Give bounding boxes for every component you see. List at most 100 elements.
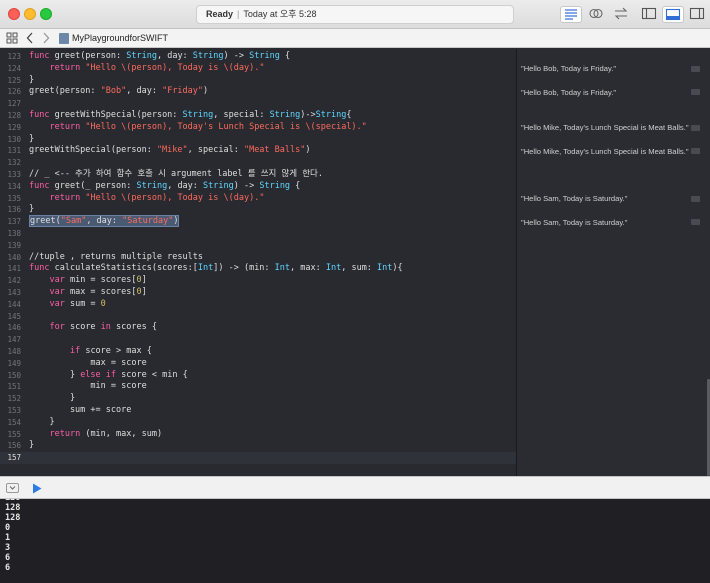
run-playground-button[interactable] [32, 483, 42, 494]
line-number: 133 [7, 170, 21, 179]
line-number: 144 [7, 299, 21, 309]
code-text: func greet(person: String, day: String) … [29, 51, 290, 63]
code-line[interactable]: 134 func greet(_ person: String, day: Str… [0, 181, 516, 193]
code-token: Int [325, 263, 342, 274]
line-number: 153 [7, 406, 21, 415]
code-token: func [29, 110, 50, 120]
code-line[interactable]: 147 [0, 334, 516, 346]
code-line[interactable]: 129 return "Hello \(person), Today's Lun… [0, 122, 516, 134]
code-line[interactable]: 143 var max = scores[0] [0, 287, 516, 299]
code-token: )-> [300, 110, 316, 120]
hide-debug-area-button[interactable] [6, 483, 19, 493]
line-number: 139 [7, 240, 21, 250]
code-line[interactable]: 151 min = score [0, 381, 516, 393]
code-text: //tuple , returns multiple results [29, 251, 203, 262]
code-line[interactable]: 139 [0, 240, 516, 252]
code-token: "Mike" [156, 145, 188, 156]
assistant-editor-button[interactable] [585, 6, 607, 23]
code-line[interactable]: 150 } else if score < min { [0, 370, 516, 382]
quick-look-icon[interactable] [691, 219, 700, 226]
code-token: 0 [100, 298, 106, 309]
code-line[interactable]: 123 func greet(person: String, day: Strin… [0, 51, 516, 63]
code-line[interactable]: 144 var sum = 0 [0, 299, 516, 311]
code-line[interactable]: 155 return (min, max, sum) [0, 429, 516, 441]
line-number: 128 [7, 111, 21, 120]
code-token: return [49, 62, 81, 73]
close-window-button[interactable] [8, 8, 20, 20]
code-token: greetWithSpecial(person: [49, 110, 183, 120]
line-number: 155 [7, 429, 21, 439]
code-line[interactable]: 146 for score in scores { [0, 322, 516, 334]
back-chevron-icon[interactable] [26, 32, 34, 44]
code-text: max = score [29, 357, 147, 368]
quick-look-icon[interactable] [691, 148, 700, 155]
version-editor-button[interactable] [610, 6, 632, 23]
code-token: else [80, 369, 101, 380]
line-number: 142 [7, 276, 21, 286]
console-line: 128 [5, 513, 21, 523]
quick-look-icon[interactable] [691, 195, 700, 202]
quick-look-icon[interactable] [691, 89, 700, 96]
code-line[interactable]: 128 func greetWithSpecial(person: String,… [0, 110, 516, 122]
code-token: "Bob" [100, 86, 127, 97]
line-number: 135 [7, 193, 21, 203]
standard-editor-button[interactable] [560, 6, 582, 23]
inspector-toggle-button[interactable] [686, 6, 708, 23]
line-number: 132 [7, 158, 21, 168]
code-line[interactable]: 133 // _ <-- 추가 하여 함수 호출 시 argument label… [0, 169, 516, 181]
code-text: func calculateStatistics(scores:[Int]) -… [29, 263, 403, 275]
code-line[interactable]: 126 greet(person: "Bob", day: "Friday") [0, 86, 516, 98]
code-line[interactable]: 135 return "Hello \(person), Today is \(… [0, 193, 516, 205]
minimize-window-button[interactable] [24, 8, 36, 20]
grid-icon[interactable] [6, 32, 18, 44]
code-line[interactable]: 152 } [0, 393, 516, 405]
debug-area-toggle-button[interactable] [662, 6, 684, 23]
chevron-down-icon [9, 486, 16, 490]
code-token: score [64, 322, 101, 333]
code-token: , day: [167, 180, 204, 191]
code-line[interactable]: 124 return "Hello \(person), Today is \(… [0, 63, 516, 75]
code-line[interactable]: 142 var min = scores[0] [0, 275, 516, 287]
code-text: if score > max { [29, 346, 152, 358]
code-line[interactable]: 125} [0, 75, 516, 87]
line-number: 151 [7, 382, 21, 392]
code-token: Int [377, 263, 393, 274]
code-line[interactable]: 148 if score > max { [0, 346, 516, 358]
code-token: calculateStatistics(scores:[ [49, 263, 198, 274]
code-line[interactable]: 141 func calculateStatistics(scores:[Int]… [0, 263, 516, 275]
code-line[interactable]: 153 sum += score [0, 405, 516, 417]
code-token: return [49, 428, 81, 439]
code-text: } [29, 74, 35, 85]
code-token: for [49, 322, 65, 333]
code-text: } [29, 393, 76, 404]
code-line[interactable]: 127 [0, 98, 516, 110]
code-text: greet("Sam", day: "Saturday") [29, 215, 180, 228]
line-number: 147 [7, 335, 21, 345]
code-text: } [29, 440, 35, 451]
line-number: 141 [7, 264, 21, 274]
code-line[interactable]: 156} [0, 440, 516, 452]
code-text: return "Hello \(person), Today is \(day)… [29, 63, 264, 75]
code-line[interactable]: 154 } [0, 417, 516, 429]
code-line[interactable]: 157 [0, 452, 516, 464]
code-line[interactable]: 140 //tuple , returns multiple results [0, 252, 516, 264]
zoom-window-button[interactable] [40, 8, 52, 20]
forward-chevron-icon[interactable] [42, 32, 50, 44]
code-line[interactable]: 137 greet("Sam", day: "Saturday") [0, 215, 516, 228]
quick-look-icon[interactable] [691, 65, 700, 72]
code-line[interactable]: 132 [0, 157, 516, 169]
line-number: 137 [7, 217, 21, 227]
code-line[interactable]: 138 [0, 228, 516, 240]
line-number: 136 [7, 205, 21, 215]
navigator-toggle-button[interactable] [638, 6, 660, 23]
quick-look-icon[interactable] [691, 124, 700, 131]
code-line[interactable]: 130} [0, 134, 516, 146]
source-editor[interactable]: 123 func greet(person: String, day: Strin… [0, 49, 516, 476]
code-line[interactable]: 149 max = score [0, 358, 516, 370]
code-text: } [29, 133, 35, 144]
code-text: var max = scores[0] [29, 287, 146, 299]
code-line[interactable]: 131 greetWithSpecial(person: "Mike", spec… [0, 145, 516, 157]
code-line[interactable]: 145 [0, 311, 516, 323]
breadcrumb[interactable]: MyPlaygroundforSWIFT [72, 31, 168, 46]
